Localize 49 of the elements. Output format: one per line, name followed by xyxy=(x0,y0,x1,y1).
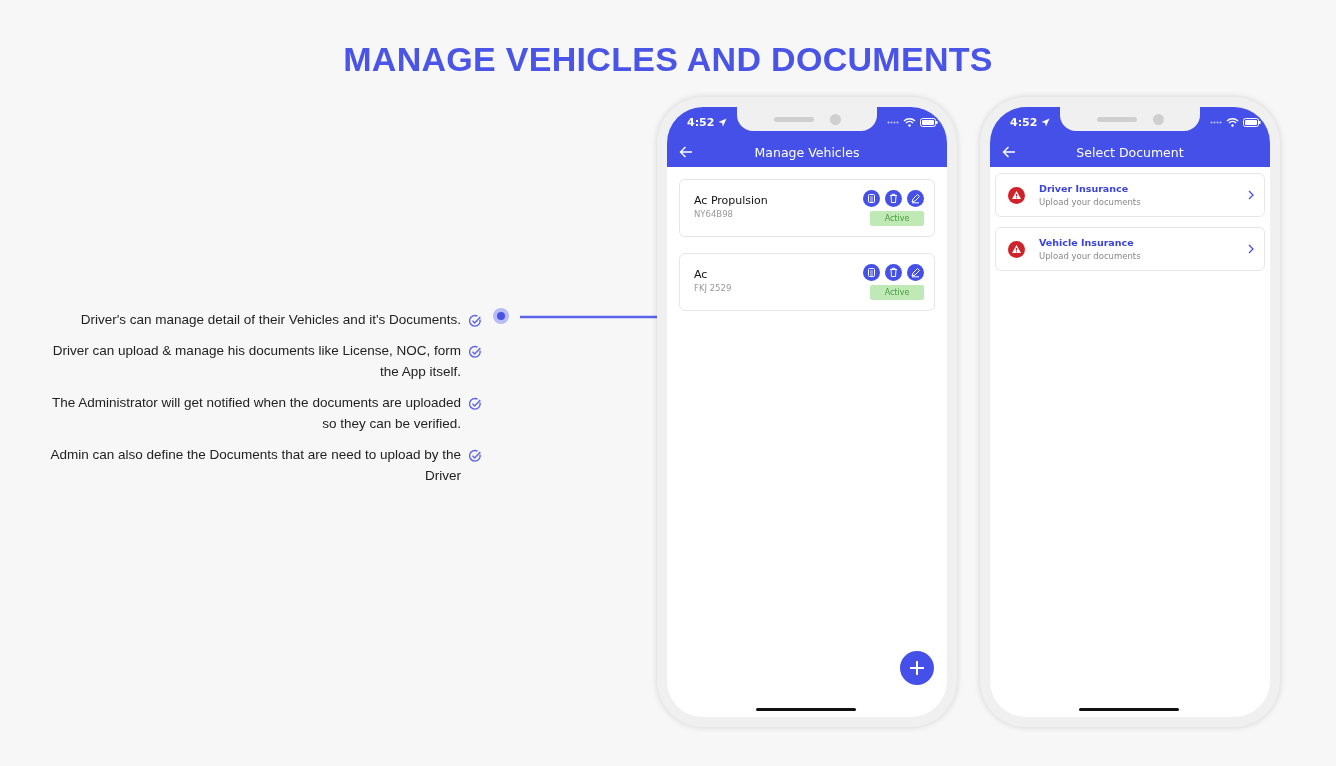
document-name: Driver Insurance xyxy=(1039,183,1130,194)
vehicle-name: Ac xyxy=(694,268,709,281)
document-item[interactable]: Driver Insurance Upload your documents xyxy=(995,173,1265,217)
battery-icon xyxy=(920,117,938,127)
check-icon xyxy=(468,345,482,359)
status-badge: Active xyxy=(870,211,924,226)
document-hint: Upload your documents xyxy=(1039,251,1142,261)
edit-icon[interactable] xyxy=(907,190,924,207)
document-item[interactable]: Vehicle Insurance Upload your documents xyxy=(995,227,1265,271)
screen-title: Select Document xyxy=(1076,144,1184,160)
page-title: MANAGE VEHICLES AND DOCUMENTS xyxy=(342,40,994,80)
signal-dots-icon xyxy=(887,120,899,124)
back-arrow-icon[interactable] xyxy=(1002,146,1016,158)
document-name: Vehicle Insurance xyxy=(1039,237,1135,248)
wifi-icon xyxy=(903,117,916,127)
feature-text: The Administrator will get notified when the documents are uploaded so they can be verified. xyxy=(51,394,461,433)
clipboard-icon[interactable] xyxy=(863,190,880,207)
vehicle-card[interactable]: Ac Propulsion NY64B98 Active xyxy=(679,179,935,237)
wifi-icon xyxy=(1226,117,1239,127)
warning-icon xyxy=(1008,240,1025,258)
plus-icon xyxy=(909,660,925,676)
vehicle-plate: FKJ 2529 xyxy=(694,283,732,293)
feature-text: Driver can upload & manage his documents like License, NOC, form the App itself. xyxy=(51,342,461,381)
clipboard-icon[interactable] xyxy=(863,264,880,281)
location-arrow-icon xyxy=(718,117,728,127)
feature-text: Admin can also define the Documents that are need to upload by the Driver xyxy=(49,446,461,485)
check-icon xyxy=(468,397,482,411)
trash-icon[interactable] xyxy=(885,264,902,281)
signal-dots-icon xyxy=(1210,120,1222,124)
check-icon xyxy=(468,449,482,463)
trash-icon[interactable] xyxy=(885,190,902,207)
vehicle-name: Ac Propulsion xyxy=(694,194,768,207)
battery-icon xyxy=(1243,117,1261,127)
status-badge: Active xyxy=(870,285,924,300)
warning-icon xyxy=(1008,186,1025,204)
location-arrow-icon xyxy=(1041,117,1051,127)
status-time: 4:52 xyxy=(1010,115,1038,129)
feature-text: Driver's can manage detail of their Vehicles and it's Documents. xyxy=(79,311,461,329)
check-icon xyxy=(468,314,482,328)
status-time: 4:52 xyxy=(687,115,715,129)
back-arrow-icon[interactable] xyxy=(679,146,693,158)
add-button[interactable] xyxy=(900,651,934,685)
document-hint: Upload your documents xyxy=(1039,197,1142,207)
vehicle-card[interactable]: Ac FKJ 2529 Active xyxy=(679,253,935,311)
vehicle-plate: NY64B98 xyxy=(694,209,734,219)
chevron-right-icon xyxy=(1248,244,1254,254)
screen-title: Manage Vehicles xyxy=(754,144,860,160)
edit-icon[interactable] xyxy=(907,264,924,281)
chevron-right-icon xyxy=(1248,190,1254,200)
